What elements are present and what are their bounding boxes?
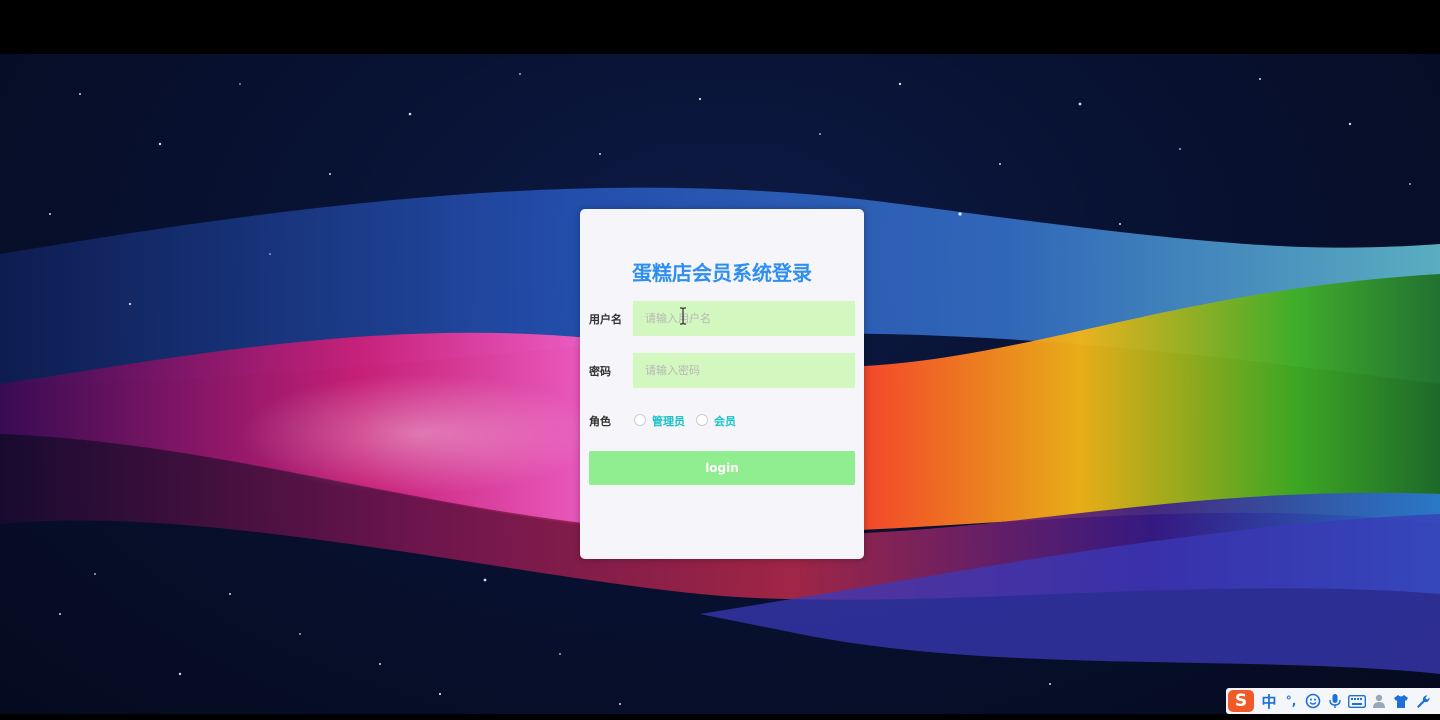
password-label: 密码 (589, 365, 611, 378)
wrench-icon[interactable] (1412, 690, 1434, 712)
username-label: 用户名 (589, 313, 622, 326)
role-label: 角色 (589, 415, 611, 428)
smiley-icon[interactable] (1302, 690, 1324, 712)
sogou-logo-icon[interactable]: S (1228, 690, 1254, 712)
bottom-black-bar (0, 714, 1440, 720)
login-button[interactable]: login (589, 451, 855, 485)
punctuation-toggle[interactable]: °, (1280, 690, 1302, 712)
login-title: 蛋糕店会员系统登录 (632, 261, 812, 285)
role-member-radio[interactable] (696, 414, 708, 426)
keyboard-icon[interactable] (1346, 690, 1368, 712)
top-black-bar (0, 0, 1440, 54)
role-admin-radio[interactable] (634, 414, 646, 426)
role-admin-label[interactable]: 管理员 (652, 413, 685, 429)
text-cursor-icon (680, 307, 686, 325)
password-input[interactable] (633, 353, 855, 388)
username-input[interactable] (633, 301, 855, 336)
person-icon[interactable] (1368, 690, 1390, 712)
role-member-label[interactable]: 会员 (714, 413, 736, 429)
ime-toolbar: S 中 °, (1226, 688, 1440, 714)
shirt-icon[interactable] (1390, 690, 1412, 712)
login-card: 蛋糕店会员系统登录 用户名 密码 角色 管理员 会员 login (580, 209, 864, 559)
microphone-icon[interactable] (1324, 690, 1346, 712)
language-toggle[interactable]: 中 (1258, 690, 1280, 712)
